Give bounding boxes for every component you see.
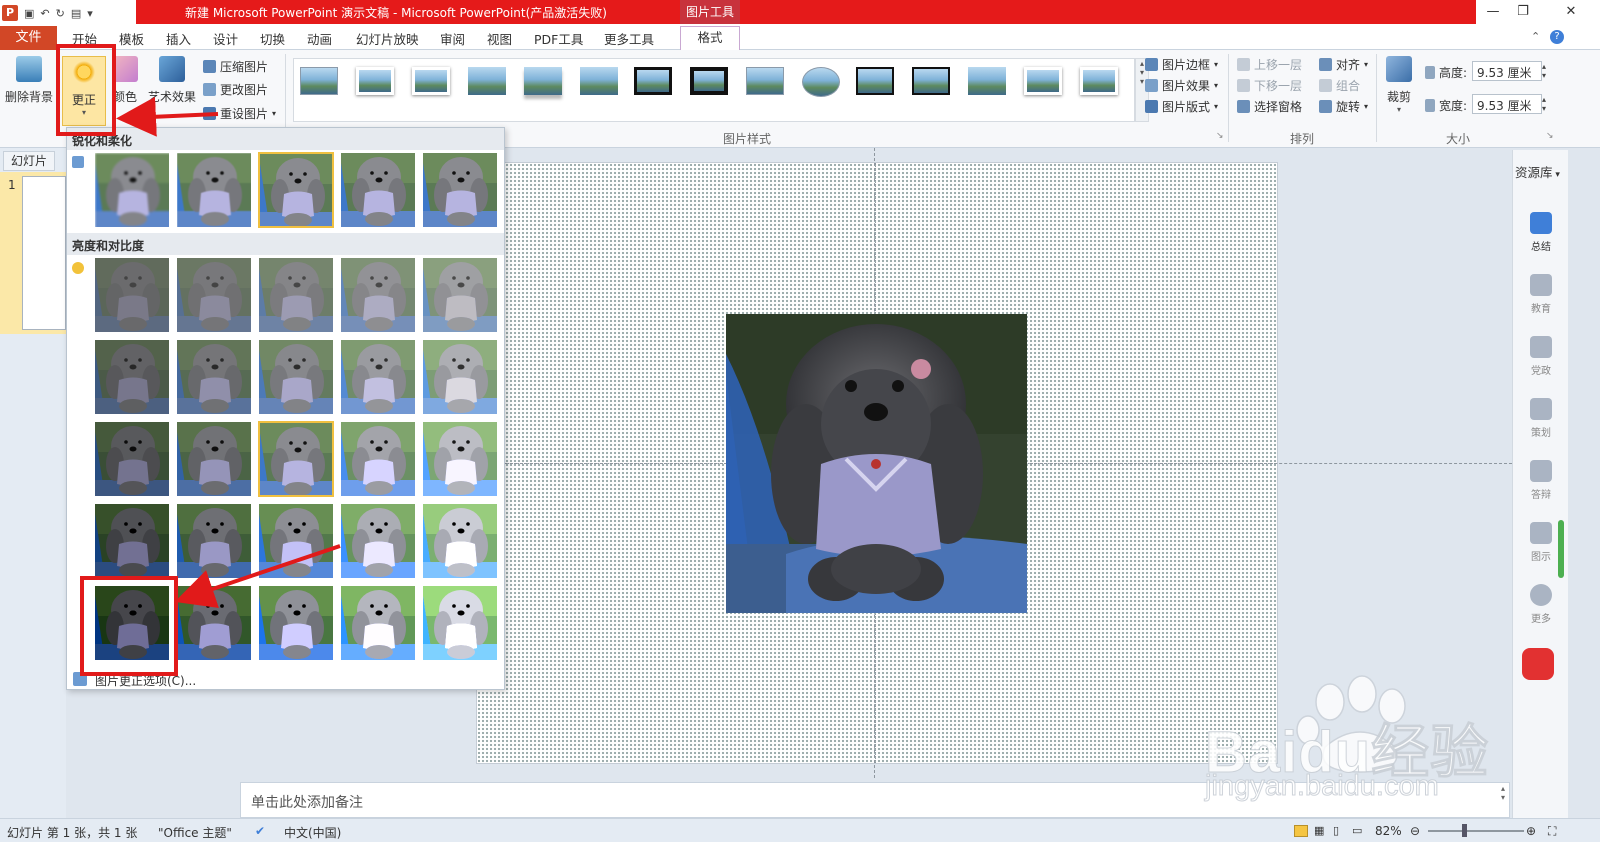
- arrow-to-thumb: [174, 544, 341, 608]
- app-window: { "title_bar": { "window_title": "新建 Mic…: [0, 0, 1600, 858]
- watermark-url: jingyan.baidu.com: [1205, 770, 1440, 803]
- arrow-to-corrections: [116, 96, 219, 137]
